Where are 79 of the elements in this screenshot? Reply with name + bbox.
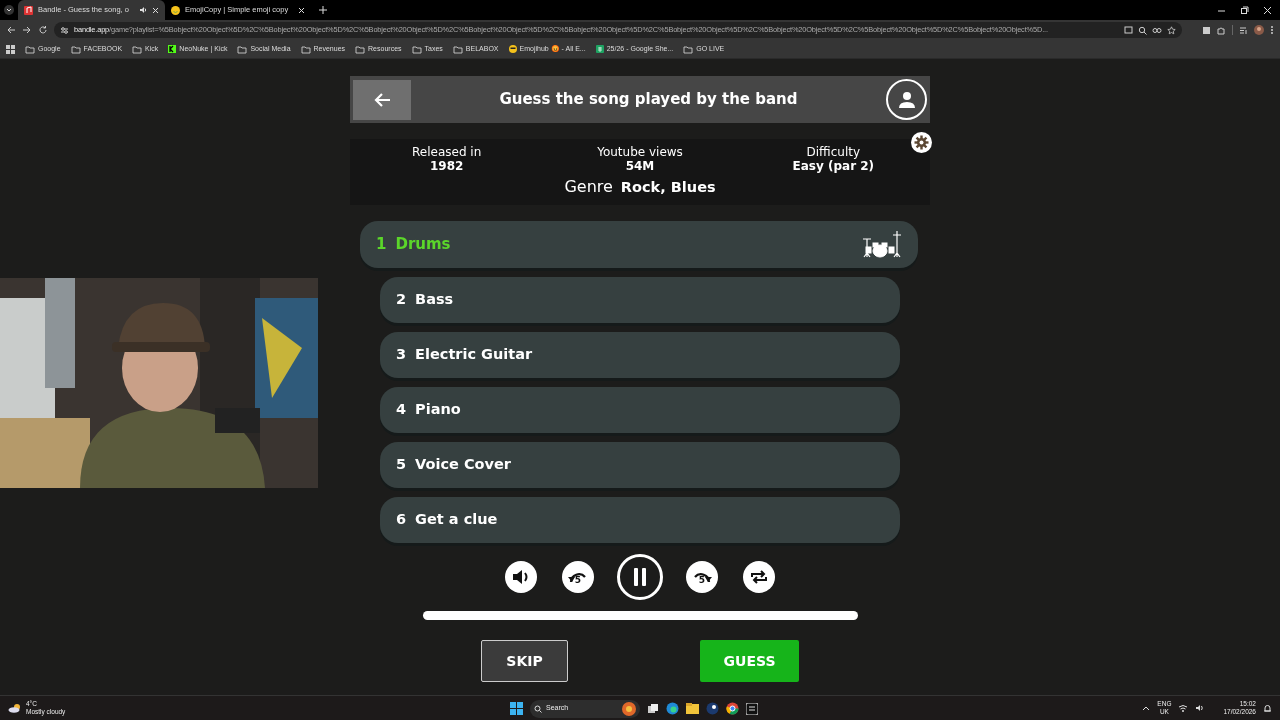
caret-icon[interactable] bbox=[1142, 705, 1151, 711]
browser-icon[interactable] bbox=[726, 702, 739, 715]
smiley-icon bbox=[170, 5, 180, 15]
instrument-track-button[interactable]: 6 Get a clue bbox=[380, 497, 900, 543]
spreadsheet-icon bbox=[595, 45, 604, 53]
person-icon bbox=[897, 90, 916, 109]
skip-button[interactable]: SKIP bbox=[481, 640, 568, 682]
folder-icon bbox=[452, 44, 463, 54]
close-icon[interactable] bbox=[151, 6, 159, 14]
extension-icon[interactable] bbox=[1202, 25, 1211, 35]
info-value: 54M bbox=[624, 159, 656, 173]
genre-value: Rock, Blues bbox=[620, 178, 716, 197]
instrument-track-button[interactable]: 2 Bass bbox=[380, 277, 900, 323]
doodle-icon bbox=[622, 701, 636, 716]
volume-button[interactable] bbox=[505, 561, 537, 593]
app-icon[interactable] bbox=[706, 702, 719, 715]
drum-kit-icon bbox=[860, 230, 902, 259]
site-settings-icon[interactable] bbox=[60, 25, 69, 35]
repeat-button[interactable] bbox=[743, 561, 775, 593]
info-value: Easy (par 2) bbox=[791, 159, 876, 173]
settings-icon bbox=[914, 135, 929, 150]
folder-icon bbox=[355, 44, 366, 54]
settings-button[interactable] bbox=[911, 132, 932, 153]
menu-icon[interactable] bbox=[1270, 25, 1274, 35]
page-title: Guess the song played by the band bbox=[498, 89, 799, 111]
app-icon[interactable] bbox=[746, 702, 758, 715]
speaker-icon[interactable] bbox=[1195, 704, 1205, 712]
cloud-icon[interactable] bbox=[8, 703, 22, 713]
folder-icon[interactable] bbox=[686, 703, 699, 714]
tab-list-icon[interactable] bbox=[4, 5, 14, 15]
folder-icon bbox=[70, 44, 81, 54]
wifi-icon[interactable] bbox=[1178, 704, 1189, 712]
rewind-button[interactable]: 5 bbox=[562, 561, 594, 593]
install-icon[interactable] bbox=[1124, 25, 1133, 35]
info-label: Youtube views bbox=[596, 145, 684, 159]
folder-icon bbox=[300, 44, 311, 54]
forward-icon[interactable] bbox=[22, 25, 32, 35]
folder-icon bbox=[411, 44, 422, 54]
info-label: Released in bbox=[411, 145, 483, 159]
back-arrow-icon bbox=[373, 91, 391, 108]
close-icon[interactable] bbox=[298, 6, 306, 14]
back-button[interactable] bbox=[353, 79, 411, 120]
info-label: Difficulty bbox=[805, 145, 862, 159]
progress-track[interactable] bbox=[422, 611, 858, 620]
restore-icon[interactable] bbox=[1240, 5, 1249, 15]
new-tab-icon[interactable] bbox=[319, 6, 328, 15]
pause-icon bbox=[633, 568, 647, 586]
windows-logo-icon[interactable] bbox=[510, 702, 523, 715]
kick-icon bbox=[168, 45, 177, 53]
back-icon[interactable] bbox=[6, 25, 16, 35]
task-view-icon[interactable] bbox=[647, 702, 659, 715]
star-icon[interactable] bbox=[1167, 25, 1176, 35]
search-icon bbox=[534, 704, 542, 713]
sunglasses-face-icon bbox=[508, 45, 517, 53]
address-bar[interactable] bbox=[54, 22, 1182, 38]
instrument-track-button[interactable]: 5 Voice Cover bbox=[380, 442, 900, 488]
bell-icon[interactable] bbox=[1263, 703, 1272, 713]
instrument-track-button[interactable]: 3 Electric Guitar bbox=[380, 332, 900, 378]
forward-arrow-icon bbox=[691, 571, 713, 583]
instrument-track-button[interactable]: 4 Piano bbox=[380, 387, 900, 433]
profile-button[interactable] bbox=[886, 79, 927, 120]
genre-label: Genre bbox=[564, 176, 613, 198]
zoom-icon[interactable] bbox=[1138, 25, 1147, 35]
rewind-arrow-icon bbox=[567, 571, 589, 583]
instrument-track-button[interactable]: 1 Drums bbox=[360, 221, 918, 268]
info-value: 1982 bbox=[428, 159, 465, 173]
profile-avatar-icon[interactable] bbox=[1254, 25, 1264, 35]
close-icon[interactable] bbox=[1263, 5, 1272, 15]
folder-icon bbox=[25, 44, 35, 54]
forward-button[interactable]: 5 bbox=[686, 561, 718, 593]
speaker-icon[interactable] bbox=[138, 6, 147, 14]
folder-icon bbox=[683, 44, 694, 54]
folder-icon bbox=[132, 44, 143, 54]
pause-button[interactable] bbox=[617, 554, 663, 600]
folder-icon bbox=[237, 44, 248, 54]
reload-icon[interactable] bbox=[38, 25, 48, 35]
apps-icon[interactable] bbox=[6, 44, 15, 54]
media-icon[interactable] bbox=[1239, 25, 1248, 35]
repeat-icon bbox=[750, 569, 768, 585]
